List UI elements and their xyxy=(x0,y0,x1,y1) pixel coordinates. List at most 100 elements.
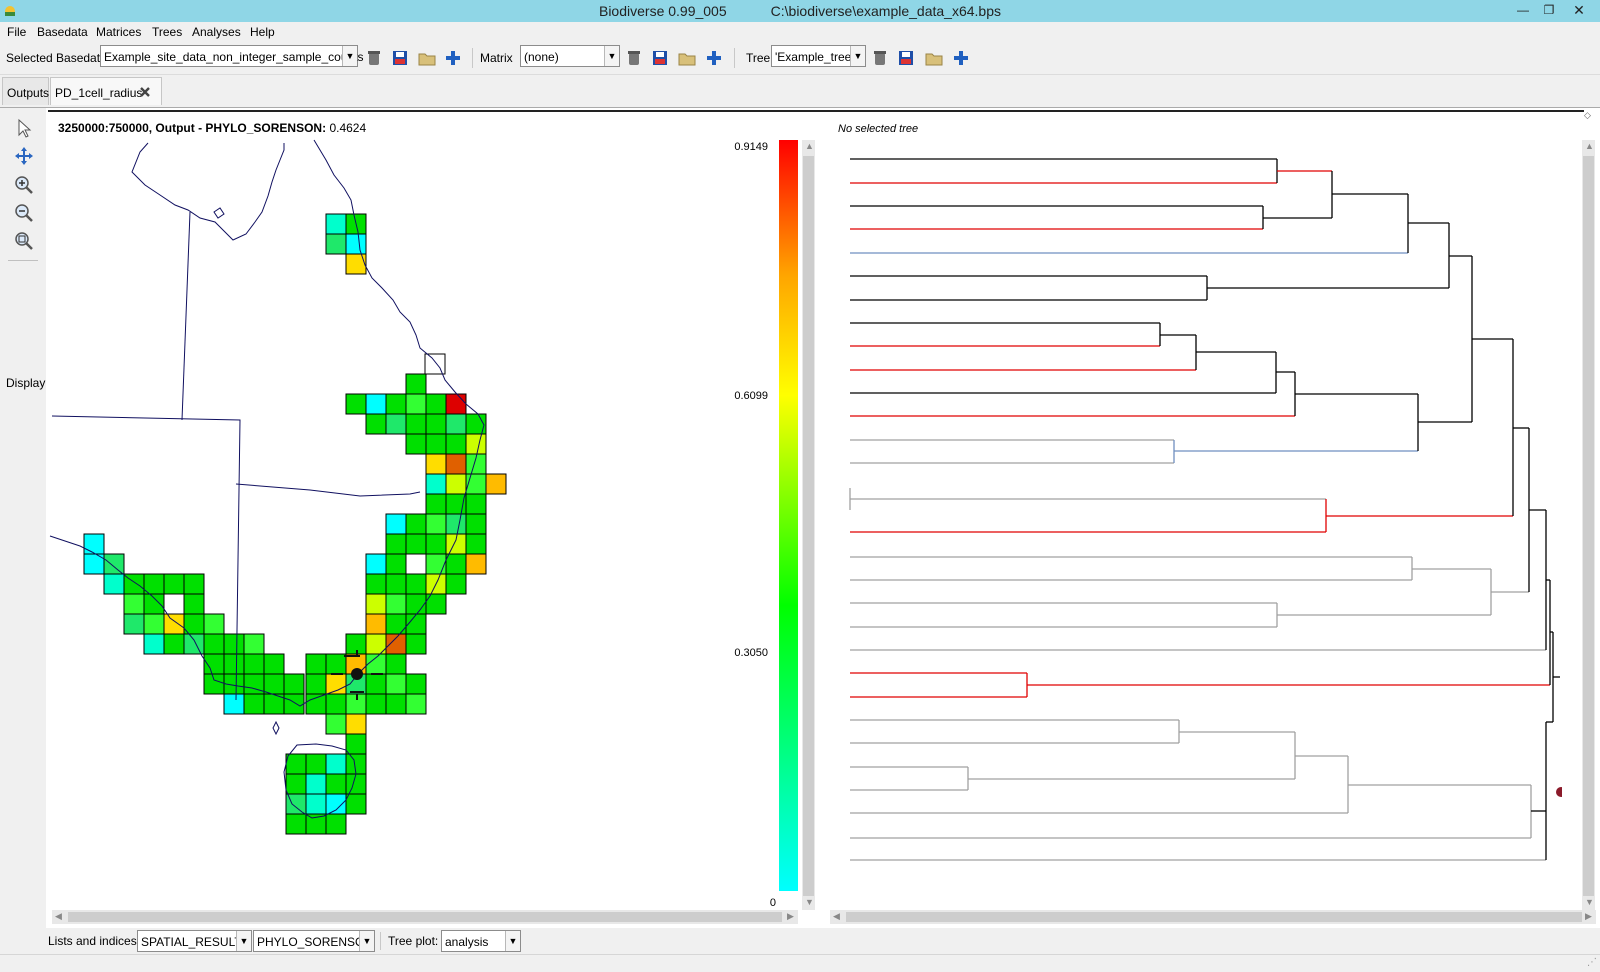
map-cell[interactable] xyxy=(385,633,407,655)
map-cell[interactable] xyxy=(243,653,265,675)
map-cell[interactable] xyxy=(283,673,305,695)
map-cell[interactable] xyxy=(445,533,467,555)
map-cell[interactable] xyxy=(365,553,387,575)
zoom-fit-icon[interactable] xyxy=(14,231,34,251)
map-cell[interactable] xyxy=(425,533,447,555)
map-cell[interactable] xyxy=(485,473,507,495)
map-cell[interactable] xyxy=(405,393,427,415)
map-cell[interactable] xyxy=(425,393,447,415)
map-cell[interactable] xyxy=(203,633,225,655)
minimize-button[interactable]: — xyxy=(1510,1,1536,19)
map-cell[interactable] xyxy=(405,673,427,695)
map-cell[interactable] xyxy=(365,413,387,435)
map-cell[interactable] xyxy=(243,633,265,655)
tree-canvas[interactable] xyxy=(829,140,1568,912)
map-cell[interactable] xyxy=(203,613,225,635)
tree-root-node-marker[interactable] xyxy=(1556,787,1566,797)
spatial-map[interactable] xyxy=(48,118,794,894)
map-cell[interactable] xyxy=(305,693,327,715)
map-cell[interactable] xyxy=(465,473,487,495)
map-cell[interactable] xyxy=(385,653,407,675)
map-cell[interactable] xyxy=(385,673,407,695)
map-cell[interactable] xyxy=(365,593,387,615)
menu-analyses[interactable]: Analyses xyxy=(192,25,241,39)
add-basedata-icon[interactable] xyxy=(444,49,462,67)
map-cell[interactable] xyxy=(143,633,165,655)
index-select[interactable]: PHYLO_SORENSON ▼ xyxy=(253,930,375,952)
map-cell[interactable] xyxy=(405,413,427,435)
map-horizontal-scroll-thumb[interactable] xyxy=(68,912,782,922)
map-cell[interactable] xyxy=(405,553,427,575)
list-select[interactable]: SPATIAL_RESULTS ▼ xyxy=(137,930,252,952)
map-cell[interactable] xyxy=(405,433,427,455)
tree-select[interactable]: 'Example_tree' ▼ xyxy=(771,45,866,67)
map-cell[interactable] xyxy=(283,693,305,715)
map-cell[interactable] xyxy=(445,433,467,455)
map-cell[interactable] xyxy=(445,393,467,415)
map-cell[interactable] xyxy=(325,213,347,235)
save-matrix-icon[interactable] xyxy=(651,49,669,67)
map-cell[interactable] xyxy=(325,813,347,835)
map-cell[interactable] xyxy=(365,693,387,715)
map-cell[interactable] xyxy=(263,653,285,675)
map-cell[interactable] xyxy=(425,473,447,495)
map-cell[interactable] xyxy=(425,553,447,575)
map-cell[interactable] xyxy=(425,493,447,515)
map-cell[interactable] xyxy=(325,653,347,675)
map-cell[interactable] xyxy=(345,733,367,755)
map-cell[interactable] xyxy=(425,513,447,535)
map-cell[interactable] xyxy=(405,373,427,395)
map-cell[interactable] xyxy=(465,433,487,455)
map-cell[interactable] xyxy=(405,693,427,715)
save-basedata-icon[interactable] xyxy=(391,49,409,67)
map-cell[interactable] xyxy=(183,593,205,615)
dendrogram[interactable] xyxy=(829,140,1568,912)
map-cell[interactable] xyxy=(385,393,407,415)
map-cell[interactable] xyxy=(305,673,327,695)
resize-grip-icon[interactable]: ⋰ xyxy=(1587,957,1597,968)
map-cell[interactable] xyxy=(385,573,407,595)
pane-collapse-icon[interactable]: ◇ xyxy=(1584,110,1591,121)
map-cell[interactable] xyxy=(385,413,407,435)
tree-horizontal-scroll-thumb[interactable] xyxy=(846,912,1582,922)
map-cell[interactable] xyxy=(385,553,407,575)
map-cell[interactable] xyxy=(385,593,407,615)
map-cell[interactable] xyxy=(425,433,447,455)
map-cell[interactable] xyxy=(445,573,467,595)
map-cell[interactable] xyxy=(345,393,367,415)
close-window-button[interactable]: ✕ xyxy=(1566,1,1592,19)
open-matrix-icon[interactable] xyxy=(678,49,696,67)
map-cell[interactable] xyxy=(305,793,327,815)
map-cell[interactable] xyxy=(365,673,387,695)
map-cell[interactable] xyxy=(285,773,307,795)
restore-button[interactable]: ❐ xyxy=(1536,1,1562,19)
map-cell[interactable] xyxy=(103,553,125,575)
map-cell[interactable] xyxy=(385,693,407,715)
add-tree-icon[interactable] xyxy=(952,49,970,67)
map-cell[interactable] xyxy=(445,513,467,535)
map-cell[interactable] xyxy=(163,633,185,655)
map-cell[interactable] xyxy=(405,513,427,535)
map-cell[interactable] xyxy=(243,693,265,715)
map-cell[interactable] xyxy=(285,753,307,775)
tree-vertical-scrollbar[interactable]: ▲ ▼ xyxy=(1582,140,1595,910)
map-cell[interactable] xyxy=(143,573,165,595)
map-horizontal-scrollbar[interactable]: ◀ ▶ xyxy=(52,910,798,924)
menu-trees[interactable]: Trees xyxy=(152,25,182,39)
map-cell[interactable] xyxy=(163,573,185,595)
map-cell[interactable] xyxy=(365,613,387,635)
map-cell[interactable] xyxy=(445,553,467,575)
map-cell[interactable] xyxy=(445,473,467,495)
save-tree-icon[interactable] xyxy=(897,49,915,67)
open-tree-icon[interactable] xyxy=(925,49,943,67)
map-cell[interactable] xyxy=(405,573,427,595)
open-basedata-icon[interactable] xyxy=(418,49,436,67)
tree-vertical-scroll-thumb[interactable] xyxy=(1583,156,1594,896)
map-cell[interactable] xyxy=(345,793,367,815)
basedata-select[interactable]: Example_site_data_non_integer_sample_cou… xyxy=(100,45,364,67)
map-cell[interactable] xyxy=(345,713,367,735)
pan-icon[interactable] xyxy=(14,146,34,166)
tab-pd-1cell-radius[interactable]: PD_1cell_radius xyxy=(50,77,162,105)
map-cell[interactable] xyxy=(163,613,185,635)
map-cell[interactable] xyxy=(103,573,125,595)
